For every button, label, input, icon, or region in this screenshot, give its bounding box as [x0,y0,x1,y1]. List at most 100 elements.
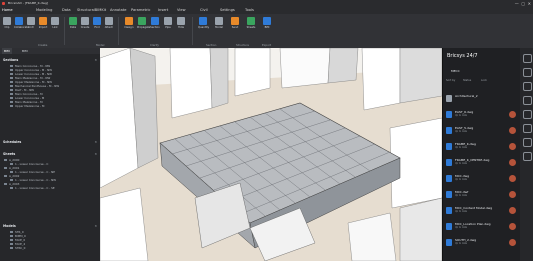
design-icon [125,17,133,25]
avatar [509,111,516,118]
bim-button[interactable]: BIM [262,17,272,29]
link-button[interactable]: Link [50,17,60,29]
avatar [509,175,516,182]
tab-insert[interactable]: Insert [158,7,168,14]
bim-icon[interactable] [523,110,532,119]
list-item[interactable]: FRAME_K_CENTRE.dwg Up to date [446,158,518,172]
list-item[interactable]: MCC.dwf Up to date [446,190,518,204]
folder-label[interactable]: MECC [451,69,460,73]
close-icon[interactable]: ✕ [94,224,97,228]
ribbon: Clip Collaborate Unit Import Link Data C… [0,14,533,49]
list-item[interactable]: STRC_0 [10,246,25,250]
help-icon[interactable] [523,152,532,161]
tab-bim-2[interactable]: BIM [20,48,30,54]
propagate-icon [138,17,146,25]
file-icon [446,207,452,214]
list-item[interactable]: Upper Mezzanine - M [10,104,44,108]
attach-button[interactable]: Attach [104,17,114,29]
3d-model-render[interactable] [100,48,442,261]
data-button[interactable]: Data [68,17,78,29]
list-item[interactable]: 1 - Lower Concourse - C - SE [10,186,55,190]
cloud-icon[interactable] [523,54,532,63]
tab-settings[interactable]: Settings [220,7,235,14]
group-model: Model [96,43,105,47]
bim-explorer-panel: BIM BIM Sections ✕ Main Concourse - M - … [0,48,101,261]
import-button[interactable]: Import [38,17,48,29]
group-structure: Structure [236,43,250,47]
file-icon [446,191,452,198]
close-icon[interactable]: ✕ [94,58,97,62]
avatar [509,207,516,214]
right-icon-rail [520,48,533,261]
section-button[interactable]: Section [150,17,160,29]
group-section: Section [206,43,217,47]
link-icon [51,17,59,25]
clip-button[interactable]: Clip [2,17,12,29]
unit-icon [27,17,35,25]
sections-heading: Sections [3,58,19,62]
close-icon[interactable]: ✕ [94,140,97,144]
design-button[interactable]: Design [124,17,134,29]
column-sort[interactable]: Sort by [446,79,455,82]
group-export: Export [262,43,272,47]
model-button[interactable]: Model [214,17,224,29]
schedules-heading: Schedules [3,140,22,144]
tab-bim[interactable]: BIM [2,48,12,54]
window-controls[interactable]: — ▢ ✕ [515,0,531,7]
quantity-button[interactable]: Quantity [198,17,209,29]
create-icon [81,17,89,25]
data-icon [69,17,77,25]
panel-title: Bricsys 24/7 [447,53,478,59]
model-viewport[interactable] [100,48,442,261]
ribbon-separator [192,17,193,45]
tab-home[interactable]: Home [2,7,13,14]
library-icon[interactable] [523,96,532,105]
pipe-button[interactable]: Pipe [163,17,173,29]
file-icon [446,111,452,118]
models-heading: Models [3,224,16,228]
import-icon [39,17,47,25]
send-button[interactable]: Send [230,17,240,29]
unit-button[interactable]: Unit [26,17,36,29]
tab-civil[interactable]: Civil [200,7,208,14]
list-item[interactable]: Architectural_2 [446,94,518,108]
tab-tools[interactable]: Tools [245,7,254,14]
collaborate-button[interactable]: Collaborate [14,17,29,29]
avatar [509,143,516,150]
list-item[interactable]: SOUTH_2.dwg Up to date [446,238,518,252]
layers-icon[interactable] [523,68,532,77]
propagate-button[interactable]: Propagate [137,17,150,29]
list-item[interactable]: MCC.dwg Up to date [446,174,518,188]
tab-annotate[interactable]: Annotate [110,7,126,14]
structure-icon[interactable] [523,124,532,133]
hide-button[interactable]: Hide [176,17,186,29]
tab-view[interactable]: View [177,7,186,14]
group-create: Create [38,43,48,47]
find-button[interactable]: Find [92,17,102,29]
avatar [509,191,516,198]
settings-icon[interactable] [523,138,532,147]
tab-structuralbimkit[interactable]: StructuralBIMKit [77,7,106,14]
list-item[interactable]: MCC_Location Plan.dwg Up to date [446,222,518,236]
attach-icon [105,17,113,25]
avatar [509,127,516,134]
column-status[interactable]: Status [463,79,471,82]
close-icon[interactable]: ✕ [94,152,97,156]
sheets-button[interactable]: Sheets [246,17,256,29]
collaborate-icon [15,17,23,25]
column-lock[interactable]: Lock [481,79,487,82]
list-item[interactable]: FRAME_K.dwg Up to date [446,142,518,156]
list-item[interactable]: EAST_6.dwg Up to date [446,110,518,124]
tab-data[interactable]: Data [62,7,71,14]
panel-tabs: BIM BIM [0,48,100,54]
section-icon [151,17,159,25]
properties-icon[interactable] [523,82,532,91]
list-item[interactable]: MCC_Context Model.dwg Up to date [446,206,518,220]
bim-icon [263,17,271,25]
tab-parametric[interactable]: Parametric [131,7,150,14]
avatar [509,239,516,246]
create-button[interactable]: Create [80,17,90,29]
list-item[interactable]: EAST_5.dwg Up to date [446,126,518,140]
tab-modeling[interactable]: Modeling [36,7,52,14]
hide-icon [177,17,185,25]
